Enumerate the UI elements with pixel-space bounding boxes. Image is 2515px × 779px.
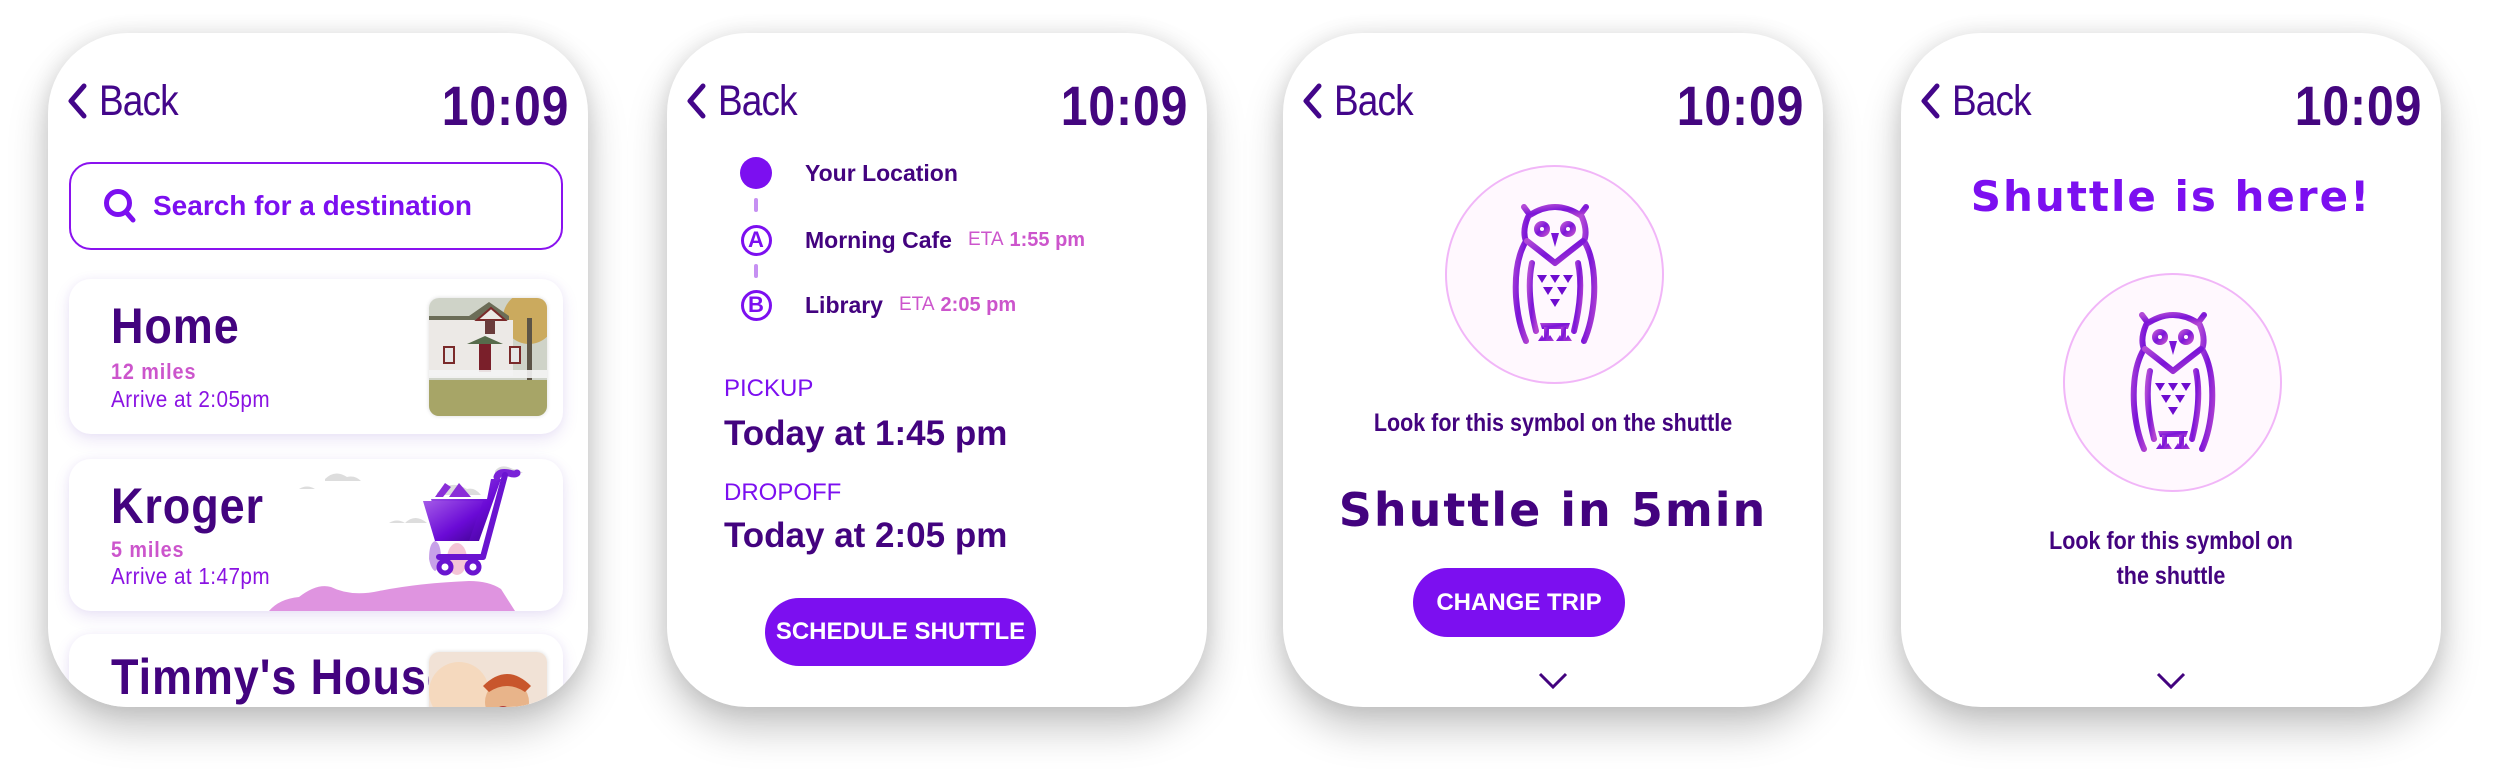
clock: 10:09 [1676,74,1804,137]
owl-icon [1510,201,1600,349]
shuttle-symbol [2063,273,2282,492]
pickup-time: Today at 1:45 pm [724,414,1008,453]
stop-name: Library [805,291,883,318]
symbol-hint-line1: Look for this symbol on [2049,527,2293,555]
chevron-down-icon[interactable] [1537,671,1569,691]
schedule-shuttle-button[interactable]: SCHEDULE SHUTTLE [765,598,1036,666]
dropoff-time: Today at 2:05 pm [724,516,1008,555]
hint-wrapper: the shuttle [1901,562,2441,591]
change-trip-button[interactable]: CHANGE TRIP [1413,568,1625,637]
owl-icon [2128,309,2218,457]
eta-time: 2:05 pm [940,293,1017,316]
chevron-left-icon [68,83,87,119]
hint-wrapper: Look for this symbol on [1901,527,2441,556]
house-photo [429,298,547,416]
eta-label: ETA [898,294,935,315]
chevron-down-icon[interactable] [2155,671,2187,691]
destination-arrival: Arrive at 2:05pm [111,386,271,412]
destination-card-timmys-house[interactable]: Timmy's House [69,634,563,707]
location-dot-icon [736,153,776,193]
screen-trip-details: Back 10:09 Your Location A Morning Cafe … [667,33,1207,707]
screen-shuttle-arrived: Back 10:09 Shuttle is here! Look for thi… [1901,33,2441,707]
search-icon [104,189,136,223]
back-label: Back [99,76,179,125]
destination-card-home[interactable]: Home 12 miles Arrive at 2:05pm [69,279,563,434]
symbol-hint: Look for this symbol on the shuttle [1373,409,1733,437]
clock: 10:09 [2294,74,2422,137]
eta-time: 1:55 pm [1009,228,1086,251]
search-input[interactable]: Search for a destination [69,162,563,250]
eta-label: ETA [967,229,1004,250]
route-connector [754,198,758,212]
child-photo [429,652,547,707]
route-stop-a: A Morning Cafe ETA 1:55 pm [667,220,1207,260]
route-stop-origin: Your Location [667,153,1207,193]
destination-name: Timmy's House [111,649,453,705]
screen-destinations: Back 10:09 Search for a destination Home… [48,33,588,707]
destination-card-kroger[interactable]: Kroger 5 miles Arrive at 1:47pm [69,459,563,611]
back-button[interactable]: Back [684,76,810,126]
back-button[interactable]: Back [65,76,191,126]
stop-name: Morning Cafe [805,226,952,253]
stop-b-icon: B [740,289,772,321]
destination-name: Kroger [111,478,264,534]
destination-distance: 12 miles [111,359,197,384]
shuttle-symbol [1445,165,1664,384]
clock: 10:09 [1060,74,1188,137]
back-label: Back [1334,76,1414,125]
shuttle-eta-status: Shuttle in 5min [1338,483,1768,537]
chevron-left-icon [687,83,706,119]
back-label: Back [718,76,798,125]
chevron-left-icon [1303,83,1322,119]
destination-distance: 5 miles [111,537,185,562]
clock: 10:09 [441,74,569,137]
dropoff-label: DROPOFF [724,479,842,506]
screen-shuttle-waiting: Back 10:09 Look for this symbol on the s… [1283,33,1823,707]
chevron-left-icon [1921,83,1940,119]
back-button[interactable]: Back [1918,76,2044,126]
search-placeholder: Search for a destination [153,190,472,221]
route-stop-b: B Library ETA 2:05 pm [667,285,1207,325]
route-connector [754,264,758,278]
shuttle-arrived-status: Shuttle is here! [1970,172,2372,221]
back-button[interactable]: Back [1300,76,1426,126]
stop-a-icon: A [740,224,772,256]
back-label: Back [1952,76,2032,125]
hint-wrapper: Look for this symbol on the shuttle [1283,409,1823,438]
shopping-cart-illustration [269,466,523,611]
destination-arrival: Arrive at 1:47pm [111,563,271,589]
destination-name: Home [111,298,240,354]
stop-name: Your Location [805,159,958,186]
pickup-label: PICKUP [724,375,814,402]
symbol-hint-line2: the shuttle [2116,562,2226,590]
